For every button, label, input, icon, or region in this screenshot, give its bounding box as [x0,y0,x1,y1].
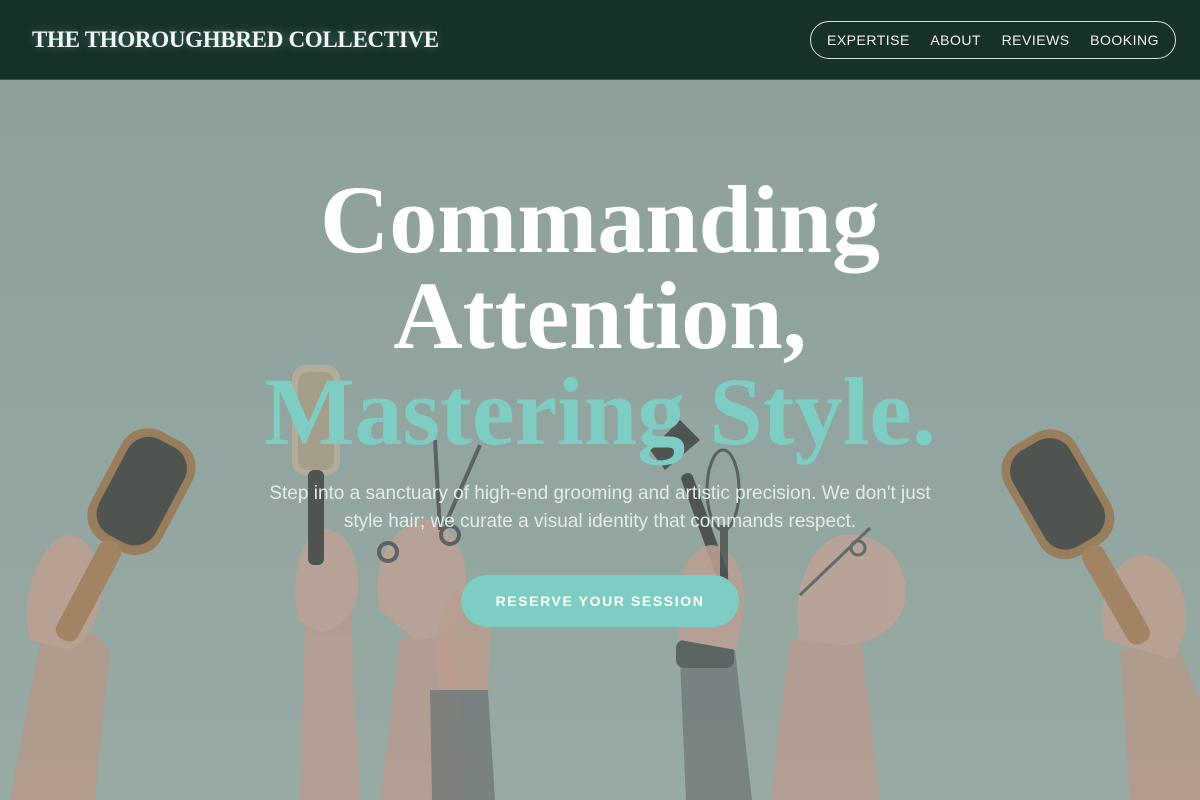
brand-logo[interactable]: THE THOROUGHBRED COLLECTIVE [32,27,439,53]
main-nav: EXPERTISE ABOUT REVIEWS BOOKING [810,21,1176,59]
hero-headline: Commanding Attention, Mastering Style. [0,172,1200,460]
nav-link-reviews[interactable]: REVIEWS [1002,32,1070,48]
headline-line-2: Attention, [393,262,807,369]
nav-link-about[interactable]: ABOUT [930,32,981,48]
site-header: THE THOROUGHBRED COLLECTIVE EXPERTISE AB… [0,0,1200,80]
nav-link-expertise[interactable]: EXPERTISE [827,32,910,48]
reserve-session-button[interactable]: RESERVE YOUR SESSION [461,575,739,627]
nav-link-booking[interactable]: BOOKING [1090,32,1159,48]
headline-line-3: Mastering Style. [264,358,936,465]
headline-line-1: Commanding [319,166,881,273]
hero-subtext: Step into a sanctuary of high-end groomi… [269,483,931,532]
hero-section: Commanding Attention, Mastering Style. S… [0,81,1200,800]
